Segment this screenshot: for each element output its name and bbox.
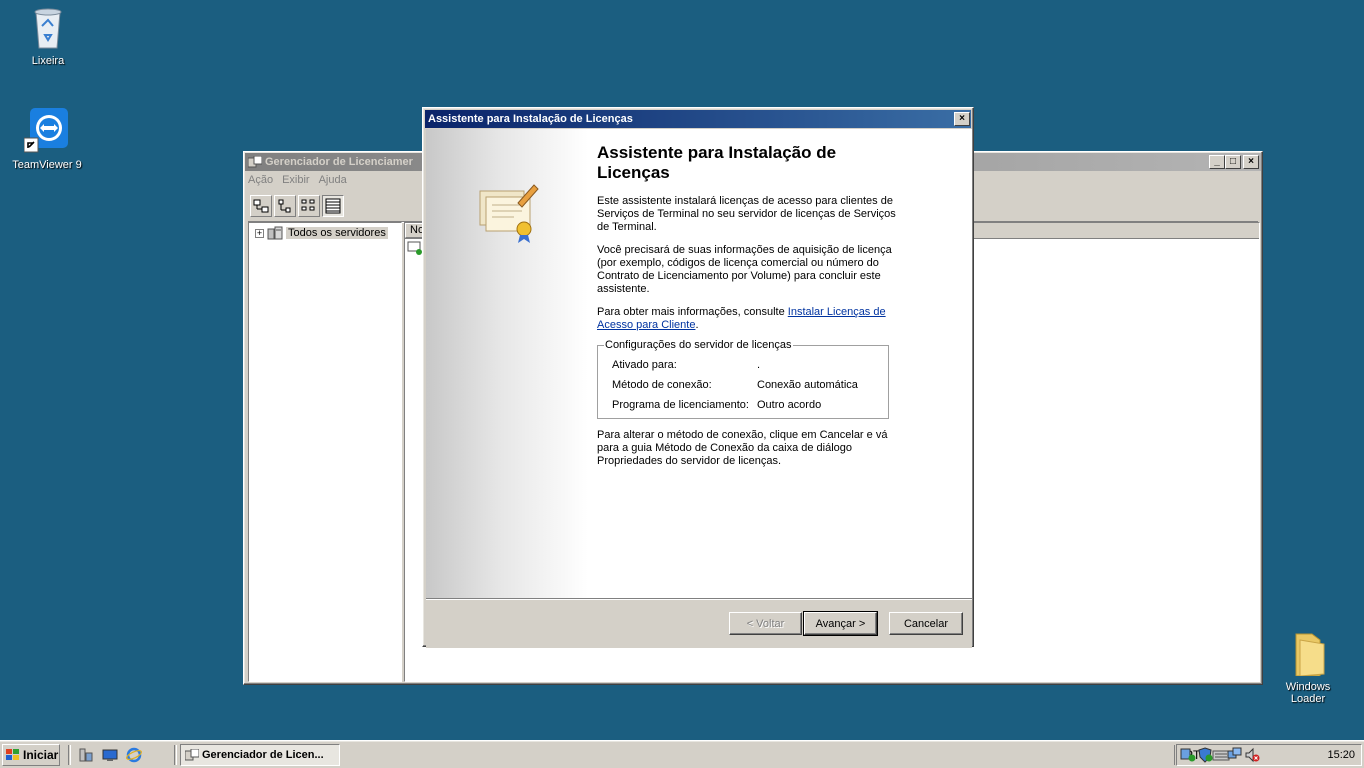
wizard-close-button[interactable]: × — [954, 112, 970, 126]
maximize-button[interactable]: □ — [1225, 155, 1241, 169]
license-manager-app-icon — [247, 155, 263, 168]
license-manager-title: Gerenciador de Licenciamer — [265, 156, 413, 168]
wizard-requirements-text: Você precisará de suas informações de aq… — [597, 244, 892, 295]
toolbar — [250, 195, 344, 219]
more-info-suffix: . — [695, 319, 699, 331]
menu-exibir[interactable]: Exibir — [282, 174, 310, 192]
wizard-heading: Assistente para Instalação de Licenças — [597, 143, 837, 182]
system-tray: 15:20 — [1176, 744, 1362, 766]
setting-activated-for: Ativado para: . — [612, 359, 876, 372]
folder-icon — [1295, 633, 1325, 677]
view-list-button[interactable] — [298, 195, 320, 217]
server-manager-icon[interactable] — [78, 747, 94, 763]
desktop-icon-label: Lixeira — [31, 55, 65, 67]
view-large-icons-button[interactable] — [250, 195, 272, 217]
tray-volume-muted-icon[interactable] — [1244, 747, 1260, 763]
certificate-icon — [479, 184, 539, 243]
license-manager-task-icon — [185, 749, 199, 761]
desktop-icon-label: TeamViewer 9 — [12, 159, 82, 171]
menu-ajuda[interactable]: Ajuda — [319, 174, 347, 192]
desktop-icon-teamviewer[interactable]: TeamViewer 9 — [9, 108, 85, 171]
start-label: Iniciar — [23, 748, 59, 762]
tray-connection-icon[interactable] — [1227, 747, 1243, 763]
task-label: Gerenciador de Licen... — [202, 749, 324, 761]
wizard-window-title: Assistente para Instalação de Licenças — [428, 113, 633, 125]
setting-key: Programa de licenciamento: — [612, 399, 749, 411]
tray-security-icon[interactable] — [1197, 747, 1213, 763]
tray-network-icon[interactable] — [1180, 747, 1196, 763]
wizard-intro-text: Este assistente instalará licenças de ac… — [597, 195, 896, 233]
view-details-button[interactable] — [322, 195, 344, 217]
teamviewer-icon — [23, 108, 68, 153]
view-small-icons-button[interactable] — [274, 195, 296, 217]
wizard-footer: < Voltar Avançar > Cancelar — [426, 598, 972, 648]
wizard-content: Assistente para Instalação de Licenças E… — [597, 143, 897, 478]
setting-key: Ativado para: — [612, 359, 677, 371]
desktop-icon-recycle-bin[interactable]: Lixeira — [10, 4, 86, 67]
setting-value: Outro acordo — [757, 399, 822, 411]
server-status-icon — [407, 241, 422, 255]
back-button[interactable]: < Voltar — [729, 612, 802, 635]
recycle-bin-icon — [34, 8, 62, 49]
windows-logo-icon — [6, 749, 19, 760]
wizard-dialog: Assistente para Instalação de Licenças ×… — [422, 107, 974, 648]
more-info-prefix: Para obter mais informações, consulte — [597, 306, 788, 318]
servers-icon — [267, 226, 283, 240]
next-button[interactable]: Avançar > — [803, 611, 878, 636]
wizard-more-info: Para obter mais informações, consulte In… — [597, 306, 897, 332]
setting-value: . — [757, 359, 761, 371]
desktop-icon-windows-loader[interactable]: Windows Loader — [1268, 630, 1348, 705]
setting-value: Conexão automática — [757, 379, 858, 391]
menu-bar: Ação Exibir Ajuda — [248, 174, 347, 192]
server-settings-legend: Configurações do servidor de licenças — [605, 339, 792, 351]
quick-launch — [78, 747, 142, 763]
wizard-change-note: Para alterar o método de conexão, clique… — [597, 429, 888, 467]
setting-key: Método de conexão: — [612, 379, 712, 391]
tree-item-label: Todos os servidores — [286, 227, 388, 239]
taskbar: Iniciar Gerenciador de Licen... PT 15:20 — [0, 740, 1364, 768]
desktop-icon-label: Windows Loader — [1285, 681, 1331, 705]
start-button[interactable]: Iniciar — [2, 744, 60, 766]
wizard-body: Assistente para Instalação de Licenças E… — [426, 129, 972, 602]
wizard-side-panel — [426, 129, 588, 600]
cancel-button[interactable]: Cancelar — [889, 612, 963, 635]
menu-acao[interactable]: Ação — [248, 174, 273, 192]
tree-item-all-servers[interactable]: + Todos os servidores — [255, 226, 388, 240]
setting-licensing-program: Programa de licenciamento: Outro acordo — [612, 399, 876, 412]
tree-pane[interactable]: + Todos os servidores — [248, 222, 402, 682]
show-desktop-icon[interactable] — [102, 747, 118, 763]
tasks-separator — [174, 745, 177, 765]
close-button[interactable]: × — [1243, 155, 1259, 169]
server-settings-group: Configurações do servidor de licenças At… — [597, 339, 889, 419]
minimize-button[interactable]: _ — [1209, 155, 1225, 169]
wizard-titlebar[interactable]: Assistente para Instalação de Licenças × — [425, 110, 971, 128]
quick-launch-separator — [68, 745, 71, 765]
tray-clock[interactable]: 15:20 — [1327, 749, 1355, 761]
setting-connection-method: Método de conexão: Conexão automática — [612, 379, 876, 392]
tree-expand-icon[interactable]: + — [255, 228, 264, 238]
taskbar-task-license-manager[interactable]: Gerenciador de Licen... — [180, 744, 340, 766]
internet-explorer-icon[interactable] — [126, 747, 142, 763]
